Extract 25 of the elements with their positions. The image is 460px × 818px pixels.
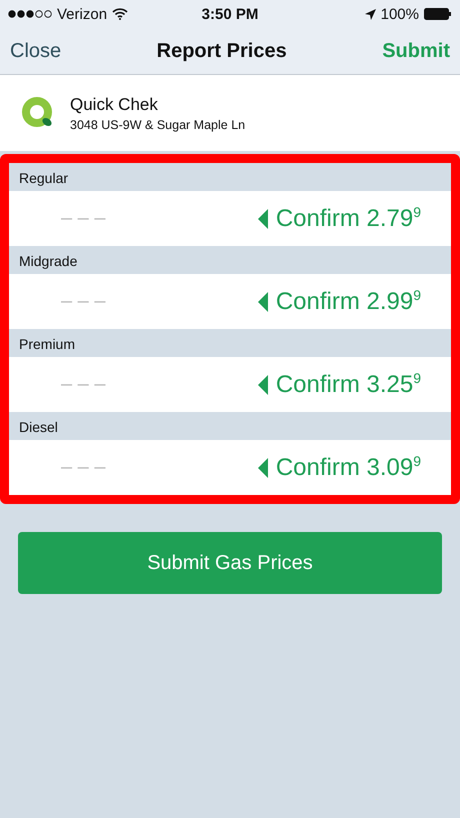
caret-icon [258, 208, 268, 228]
signal-icon [8, 10, 52, 18]
confirm-price-button[interactable]: Confirm 3.25$^{9}$ [258, 370, 421, 399]
station-address: 3048 US-9W & Sugar Maple Ln [70, 118, 246, 132]
price-input[interactable]: – – – [59, 289, 153, 314]
price-input[interactable]: – – – [59, 455, 153, 480]
submit-gas-prices-button[interactable]: Submit Gas Prices [18, 532, 442, 594]
price-input[interactable]: – – – [59, 206, 153, 231]
station-name: Quick Chek [70, 94, 159, 114]
price-input[interactable]: – – – [59, 372, 153, 397]
carrier: Verizon [57, 6, 108, 22]
location-icon [364, 8, 376, 20]
close-button[interactable]: Close [10, 40, 62, 62]
caret-icon [258, 458, 268, 478]
submit-button[interactable]: Submit [382, 40, 450, 62]
confirm-price-button[interactable]: Confirm 2.79$^{9}$ [258, 204, 421, 233]
clock: 3:50 PM [202, 6, 258, 22]
screen-title: Report Prices [156, 40, 287, 62]
caret-icon [258, 374, 268, 394]
confirm-price-button[interactable]: Confirm 2.99$^{9}$ [258, 287, 421, 316]
wifi-icon [112, 8, 128, 20]
battery-percent: 100% [380, 6, 419, 22]
caret-icon [258, 292, 268, 312]
battery-icon [424, 8, 452, 20]
confirm-price-button[interactable]: Confirm 3.09$^{9}$ [258, 453, 421, 482]
